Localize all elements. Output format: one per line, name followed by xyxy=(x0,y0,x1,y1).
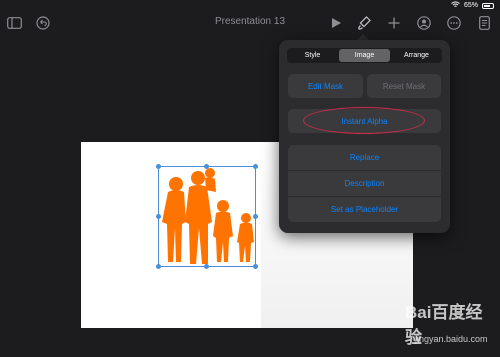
status-bar: 65% xyxy=(0,0,500,10)
paintbrush-icon[interactable] xyxy=(354,13,374,33)
image-actions-group: Replace Description Set as Placeholder xyxy=(288,145,441,222)
resize-handle-top-left[interactable] xyxy=(156,164,161,169)
watermark: Bai百度经验 jingyan.baidu.com xyxy=(385,298,497,354)
battery-percent: 65% xyxy=(463,2,478,9)
replace-button[interactable]: Replace xyxy=(288,145,441,171)
tab-image[interactable]: Image xyxy=(339,49,390,62)
instant-alpha-highlight xyxy=(303,107,425,134)
toolbar: Presentation 13 xyxy=(0,10,500,36)
resize-handle-top[interactable] xyxy=(204,164,209,169)
document-icon[interactable] xyxy=(474,13,494,33)
tab-style[interactable]: Style xyxy=(287,48,338,63)
play-icon[interactable] xyxy=(326,13,346,33)
battery-icon xyxy=(482,2,494,9)
watermark-url: jingyan.baidu.com xyxy=(415,334,488,344)
format-tabs: Style Image Arrange xyxy=(287,48,442,63)
collaborate-icon[interactable] xyxy=(414,13,434,33)
resize-handle-top-right[interactable] xyxy=(253,164,258,169)
edit-mask-button[interactable]: Edit Mask xyxy=(288,74,363,98)
selection-box[interactable] xyxy=(156,164,258,269)
resize-handle-left[interactable] xyxy=(156,214,161,219)
more-icon[interactable] xyxy=(444,13,464,33)
reset-mask-button[interactable]: Reset Mask xyxy=(367,74,441,98)
set-as-placeholder-button[interactable]: Set as Placeholder xyxy=(288,197,441,222)
plus-icon[interactable] xyxy=(384,13,404,33)
resize-handle-right[interactable] xyxy=(253,214,258,219)
wifi-icon xyxy=(451,1,460,10)
description-button[interactable]: Description xyxy=(288,171,441,197)
resize-handle-bottom-right[interactable] xyxy=(253,264,258,269)
resize-handle-bottom-left[interactable] xyxy=(156,264,161,269)
format-popover: Style Image Arrange Edit Mask Reset Mask… xyxy=(279,40,450,233)
resize-handle-bottom[interactable] xyxy=(204,264,209,269)
tab-arrange[interactable]: Arrange xyxy=(391,48,442,63)
